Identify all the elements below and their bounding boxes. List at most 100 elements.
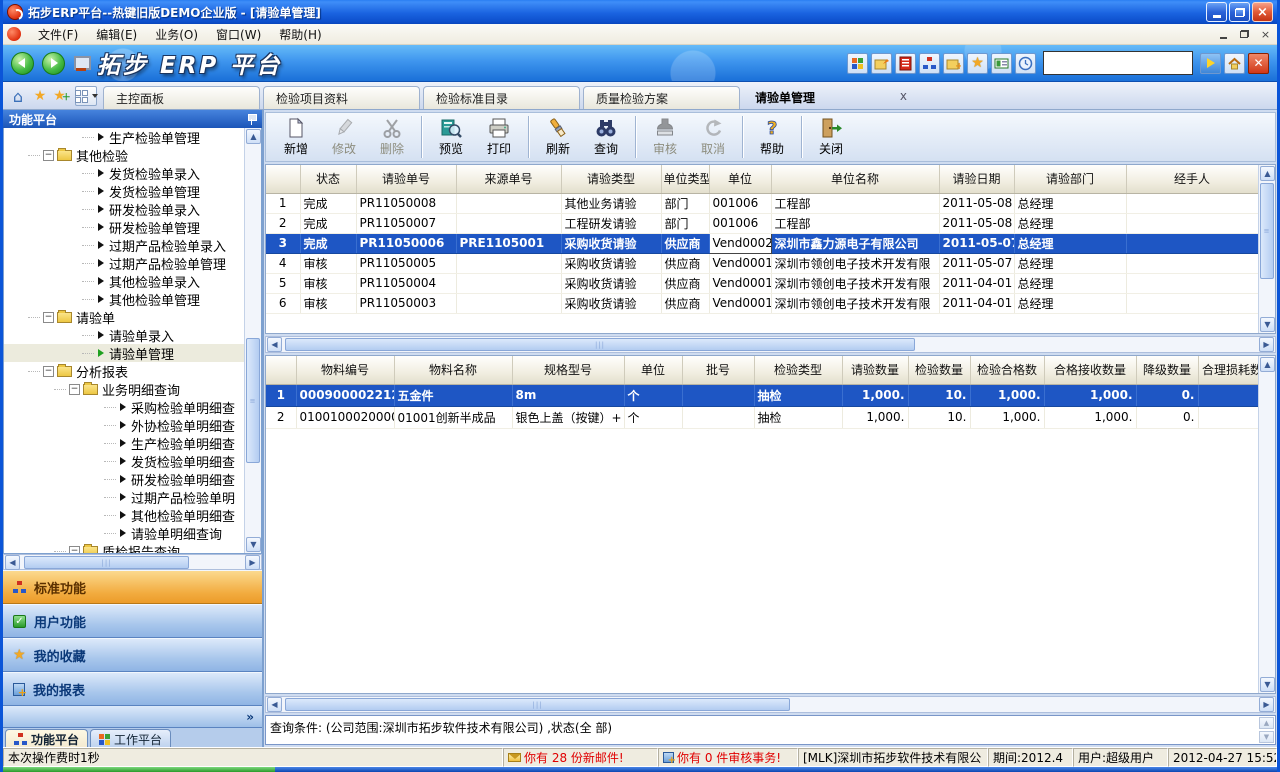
scrollbar-thumb[interactable]: |||: [285, 698, 790, 711]
column-header[interactable]: 批号: [682, 356, 754, 384]
scroll-up-icon[interactable]: ▲: [246, 129, 261, 144]
column-header[interactable]: 合格接收数量: [1044, 356, 1136, 384]
tree-item[interactable]: 发货检验单管理: [4, 182, 244, 200]
tab-close-icon[interactable]: x: [900, 89, 907, 103]
scroll-right-icon[interactable]: ▶: [1259, 337, 1274, 352]
tree-item[interactable]: −业务明细查询: [4, 380, 244, 398]
scroll-down-icon[interactable]: ▼: [1259, 731, 1274, 743]
home-tab-icon[interactable]: ⌂: [9, 87, 27, 105]
tab-request-management-active[interactable]: 请验单管理: [743, 86, 827, 109]
tab-main-panel[interactable]: 主控面板: [103, 86, 260, 109]
column-header[interactable]: 检验数量: [908, 356, 970, 384]
tree-item[interactable]: 生产检验单管理: [4, 128, 244, 146]
column-header[interactable]: 请验数量: [842, 356, 908, 384]
column-header[interactable]: 物料编号: [296, 356, 394, 384]
history-button[interactable]: [1015, 53, 1036, 74]
tab-work-platform[interactable]: 工作平台: [90, 729, 171, 748]
mdi-restore-button[interactable]: [1237, 28, 1252, 41]
column-header[interactable]: 经手人: [1126, 165, 1258, 193]
grid-vertical-scrollbar[interactable]: ▲ ▼: [1258, 356, 1275, 693]
column-header[interactable]: 单位: [624, 356, 682, 384]
pin-icon[interactable]: [247, 114, 256, 125]
delete-button[interactable]: 删除: [368, 114, 416, 160]
scroll-up-icon[interactable]: ▲: [1259, 717, 1274, 729]
menu-window[interactable]: 窗口(W): [207, 24, 270, 45]
org-chart-button[interactable]: [919, 53, 940, 74]
scrollbar-thumb[interactable]: ≡: [246, 338, 260, 463]
column-header[interactable]: 状态: [300, 165, 356, 193]
column-header[interactable]: 来源单号: [456, 165, 561, 193]
tree-item[interactable]: −请验单: [4, 308, 244, 326]
table-row[interactable]: 1完成PR11050008其他业务请验部门001006工程部2011-05-08…: [266, 193, 1266, 213]
panel-standard-functions[interactable]: 标准功能: [3, 570, 262, 604]
scroll-left-icon[interactable]: ◀: [267, 337, 282, 352]
tree-item[interactable]: 生产检验单明细查: [4, 434, 244, 452]
audit-button[interactable]: 审核: [641, 114, 689, 160]
scroll-right-icon[interactable]: ▶: [1259, 697, 1274, 712]
scroll-right-icon[interactable]: ▶: [245, 555, 260, 570]
minimize-button[interactable]: [1206, 2, 1227, 22]
column-header[interactable]: 检验类型: [754, 356, 842, 384]
table-row[interactable]: 5审核PR11050004采购收货请验供应商Vend0001深圳市领创电子技术开…: [266, 273, 1266, 293]
tree-item[interactable]: −质检报告查询: [4, 542, 244, 553]
detail-horizontal-scrollbar[interactable]: ◀ ||| ▶: [265, 696, 1276, 713]
cancel-button[interactable]: 取消: [689, 114, 737, 160]
column-header[interactable]: 单位类型: [661, 165, 709, 193]
tree-item[interactable]: 采购检验单明细查: [4, 398, 244, 416]
new-button[interactable]: 新增: [272, 114, 320, 160]
table-row[interactable]: 20100100020000001001创新半成品银色上盖（按键）+个抽检1,0…: [266, 406, 1266, 428]
table-row[interactable]: 3完成PR11050006PRE1105001采购收货请验供应商Vend0002…: [266, 233, 1266, 253]
collapse-icon[interactable]: −: [43, 150, 54, 161]
tree-item[interactable]: −其他检验: [4, 146, 244, 164]
edit-button[interactable]: 修改: [320, 114, 368, 160]
menu-help[interactable]: 帮助(H): [270, 24, 330, 45]
sidebar-horizontal-scrollbar[interactable]: ◀ ||| ▶: [3, 554, 262, 570]
column-header[interactable]: 合理损耗数: [1198, 356, 1266, 384]
panel-user-functions[interactable]: ✓ 用户功能: [3, 604, 262, 638]
search-button[interactable]: 查询: [582, 114, 630, 160]
apps-grid-button[interactable]: [847, 53, 868, 74]
scroll-left-icon[interactable]: ◀: [267, 697, 282, 712]
menu-edit[interactable]: 编辑(E): [87, 24, 146, 45]
column-header[interactable]: 物料名称: [394, 356, 512, 384]
contacts-button[interactable]: [991, 53, 1012, 74]
tree-item[interactable]: 请验单管理: [4, 344, 244, 362]
close-button[interactable]: ×: [1252, 2, 1273, 22]
tree-item[interactable]: 请验单录入: [4, 326, 244, 344]
quick-search-input[interactable]: [1043, 51, 1193, 75]
panel-my-favorites[interactable]: ★ 我的收藏: [3, 638, 262, 672]
scroll-up-icon[interactable]: ▲: [1260, 357, 1275, 372]
tree-item[interactable]: 其他检验单明细查: [4, 506, 244, 524]
table-row[interactable]: 1000900002212五金件8m个抽检1,000.10.1,000.1,00…: [266, 384, 1266, 406]
menu-file[interactable]: 文件(F): [29, 24, 87, 45]
refresh-button[interactable]: 刷新: [534, 114, 582, 160]
column-header[interactable]: 请验日期: [939, 165, 1014, 193]
close-form-button[interactable]: 关闭: [807, 114, 855, 160]
tree-item[interactable]: 过期产品检验单管理: [4, 254, 244, 272]
table-row[interactable]: 4审核PR11050005采购收货请验供应商Vend0001深圳市领创电子技术开…: [266, 253, 1266, 273]
help-button[interactable]: ? 帮助: [748, 114, 796, 160]
add-folder-button[interactable]: +: [943, 53, 964, 74]
chevron-more-icon[interactable]: »: [246, 710, 254, 724]
tree-item[interactable]: 研发检验单明细查: [4, 470, 244, 488]
restore-button[interactable]: [1229, 2, 1250, 22]
tree-item[interactable]: 过期产品检验单录入: [4, 236, 244, 254]
tree-item[interactable]: 发货检验单录入: [4, 164, 244, 182]
panel-my-reports[interactable]: 我的报表: [3, 672, 262, 706]
collapse-icon[interactable]: −: [69, 546, 80, 554]
add-favorite-icon[interactable]: ★＋: [53, 87, 71, 105]
menu-business[interactable]: 业务(O): [146, 24, 207, 45]
tab-inspection-items[interactable]: 检验项目资料: [263, 86, 420, 109]
favorites-button[interactable]: ★: [967, 53, 988, 74]
grid-vertical-scrollbar[interactable]: ▲ ≡ ▼: [1258, 165, 1275, 333]
tree-item[interactable]: 过期产品检验单明: [4, 488, 244, 506]
column-header[interactable]: 检验合格数: [970, 356, 1044, 384]
scroll-left-icon[interactable]: ◀: [5, 555, 20, 570]
column-header[interactable]: 单位: [709, 165, 771, 193]
home-nav-button[interactable]: [1224, 53, 1245, 74]
tree-item[interactable]: 请验单明细查询: [4, 524, 244, 542]
scrollbar-thumb[interactable]: ≡: [1260, 183, 1274, 279]
column-header[interactable]: 规格型号: [512, 356, 624, 384]
tree-item[interactable]: 其他检验单录入: [4, 272, 244, 290]
table-row[interactable]: 2完成PR11050007工程研发请验部门001006工程部2011-05-08…: [266, 213, 1266, 233]
